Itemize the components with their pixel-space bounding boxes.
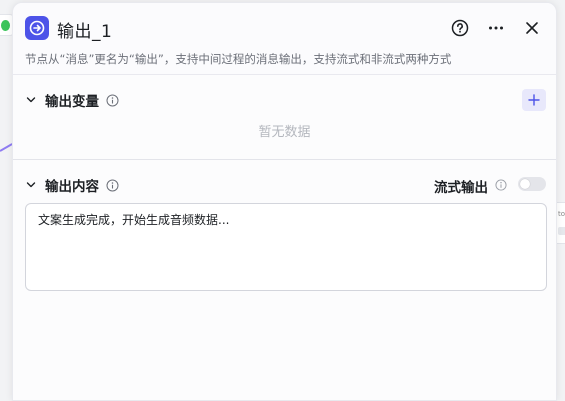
- plus-icon: [528, 94, 540, 106]
- section-title-output-variables: 输出变量: [45, 94, 99, 110]
- close-icon[interactable]: [519, 15, 545, 41]
- section-title-output-content: 输出内容: [45, 179, 99, 195]
- stream-output-label: 流式输出: [434, 180, 488, 196]
- more-icon[interactable]: [483, 15, 509, 41]
- empty-state-text: 暂无数据: [258, 125, 311, 140]
- panel-description: 节点从“消息”更名为“输出”，支持中间过程的消息输出，支持流式和非流式两种方式: [25, 52, 452, 66]
- add-variable-button[interactable]: [522, 89, 546, 111]
- output-content-editor[interactable]: 文案生成完成，开始生成音频数据...: [25, 203, 547, 291]
- canvas-node-label: to: [558, 210, 565, 218]
- output-content-text: 文案生成完成，开始生成音频数据...: [38, 213, 230, 227]
- chevron-down-icon[interactable]: [25, 179, 37, 191]
- info-icon[interactable]: [494, 178, 507, 191]
- node-status-dot: [1, 20, 10, 31]
- info-icon[interactable]: [106, 94, 119, 107]
- stream-output-toggle[interactable]: [518, 177, 546, 191]
- help-icon[interactable]: [447, 15, 473, 41]
- toggle-knob: [520, 179, 530, 189]
- panel-header: 输出_1 节点从“消息”更名为“输出”，支持中间过程的消息输出，支持流式和非流式…: [13, 3, 556, 75]
- output-arrow-icon: [25, 16, 49, 40]
- node-config-panel: 输出_1 节点从“消息”更名为“输出”，支持中间过程的消息输出，支持流式和非流式…: [12, 2, 557, 401]
- panel-title[interactable]: 输出_1: [57, 17, 112, 42]
- section-divider: [13, 159, 556, 160]
- canvas-node-bar: [558, 227, 565, 235]
- section-header-output-variables[interactable]: 输出变量: [13, 88, 556, 112]
- info-icon[interactable]: [106, 179, 119, 192]
- chevron-down-icon[interactable]: [25, 94, 37, 106]
